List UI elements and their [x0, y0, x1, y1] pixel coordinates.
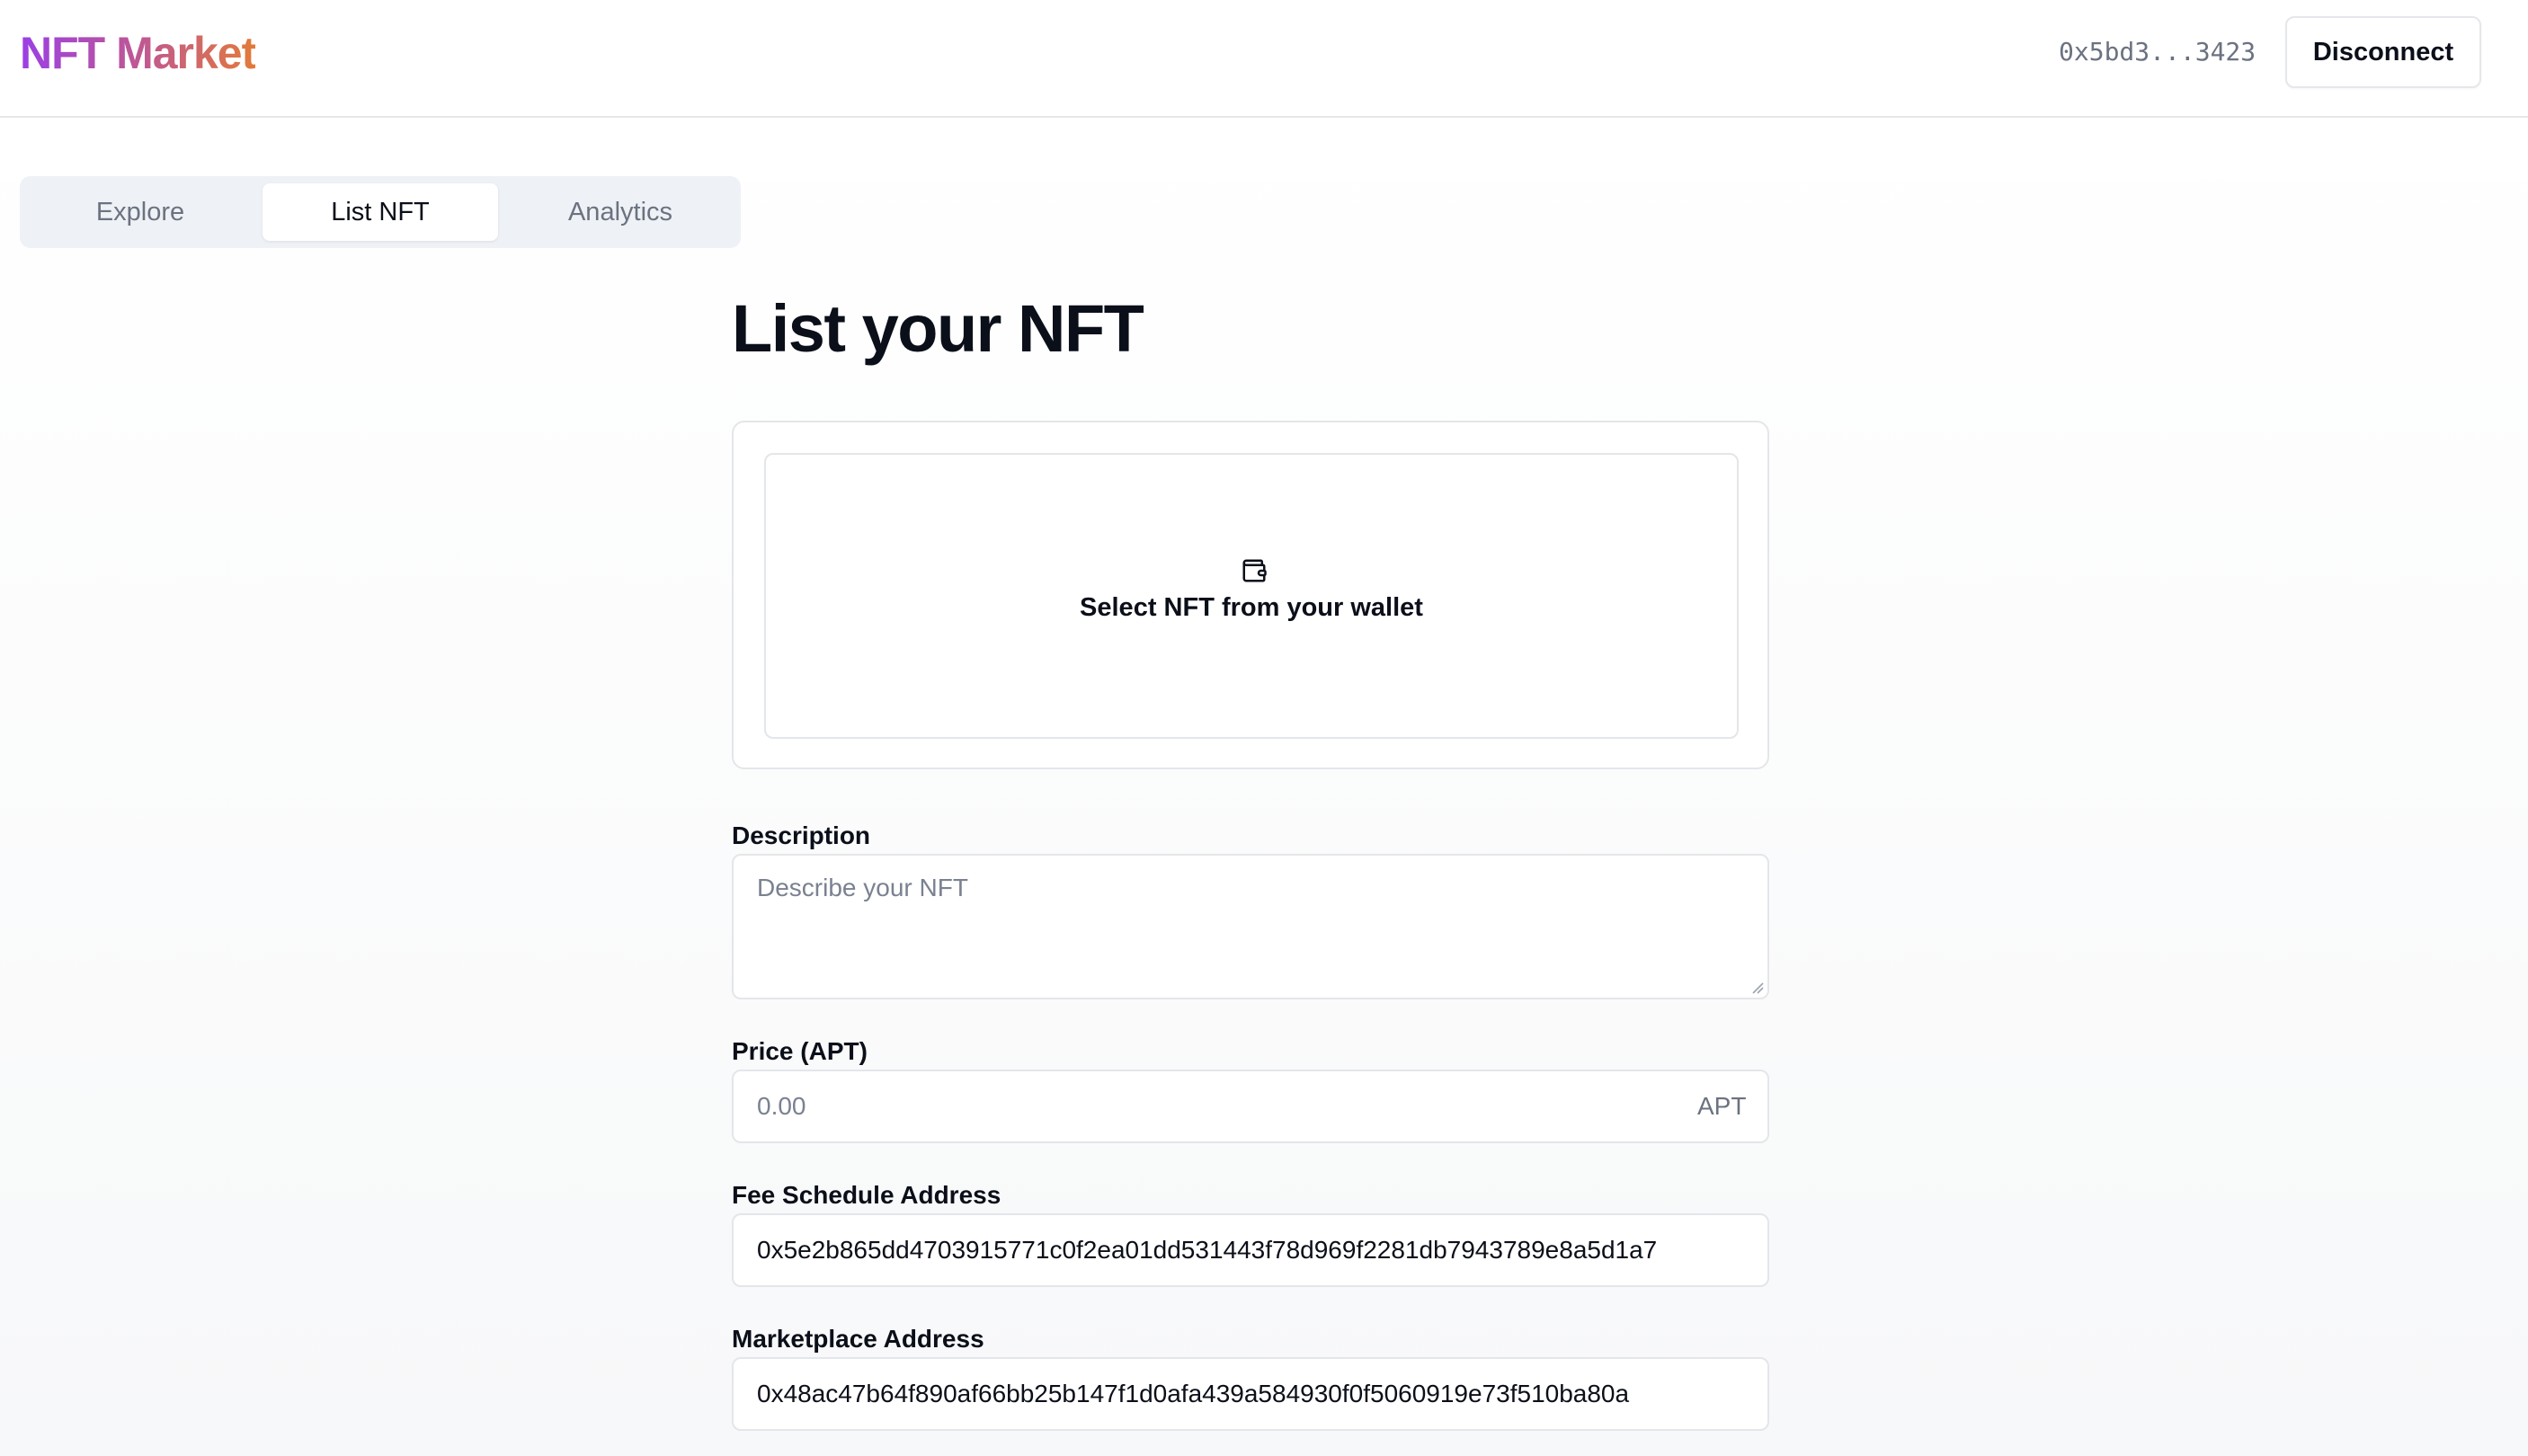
price-input[interactable] — [732, 1070, 1769, 1143]
description-label: Description — [732, 821, 871, 849]
wallet-address: 0x5bd3...3423 — [2059, 37, 2257, 67]
select-nft-label: Select NFT from your wallet — [1080, 593, 1423, 622]
price-unit-suffix: APT — [1697, 1092, 1747, 1120]
top-header: NFT Market 0x5bd3...3423 Disconnect — [0, 0, 2528, 118]
tab-bar: Explore List NFT Analytics — [20, 176, 741, 248]
marketplace-label: Marketplace Address — [732, 1325, 984, 1353]
nft-select-card: Select NFT from your wallet — [732, 421, 1769, 769]
price-label: Price (APT) — [732, 1037, 868, 1065]
fee-schedule-label: Fee Schedule Address — [732, 1181, 1001, 1209]
app-logo[interactable]: NFT Market — [20, 23, 256, 83]
tab-analytics[interactable]: Analytics — [507, 183, 734, 241]
description-textarea[interactable] — [732, 854, 1769, 999]
disconnect-button[interactable]: Disconnect — [2285, 16, 2481, 88]
wallet-icon — [1242, 559, 1267, 582]
tab-list-nft[interactable]: List NFT — [263, 183, 498, 241]
select-nft-button[interactable]: Select NFT from your wallet — [764, 453, 1739, 739]
fee-schedule-address-input[interactable] — [732, 1213, 1769, 1287]
tab-explore[interactable]: Explore — [27, 183, 254, 241]
page-title: List your NFT — [732, 291, 1144, 366]
resize-handle-icon[interactable] — [1749, 980, 1764, 994]
marketplace-address-input[interactable] — [732, 1357, 1769, 1431]
